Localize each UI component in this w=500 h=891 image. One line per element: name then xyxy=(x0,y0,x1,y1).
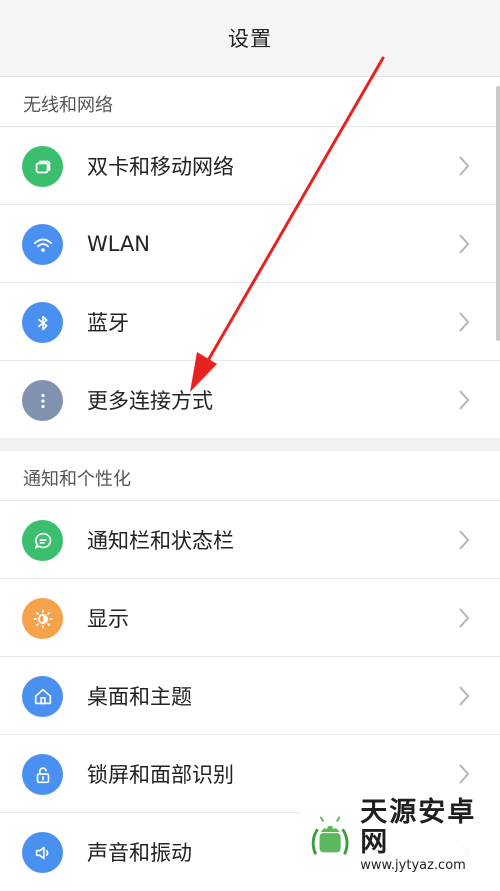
settings-item-bluetooth[interactable]: 蓝牙 xyxy=(0,283,500,361)
chat-bubble-icon xyxy=(22,520,63,561)
chevron-right-icon xyxy=(459,234,470,254)
settings-item-label: 双卡和移动网络 xyxy=(87,154,234,179)
chevron-right-icon xyxy=(459,156,470,176)
section-wireless: 无线和网络 双卡和移动网络 WLAN 蓝牙 更多连接方式 xyxy=(0,77,500,439)
chevron-right-icon xyxy=(459,764,470,784)
scrollbar[interactable] xyxy=(496,86,500,341)
android-logo-icon xyxy=(311,815,349,855)
settings-item-display[interactable]: 显示 xyxy=(0,579,500,657)
chevron-right-icon xyxy=(459,312,470,332)
section-header-wireless: 无线和网络 xyxy=(0,77,500,127)
speaker-icon xyxy=(22,832,63,873)
lock-icon xyxy=(22,754,63,795)
home-icon xyxy=(22,676,63,717)
settings-item-label: 通知栏和状态栏 xyxy=(87,528,234,553)
settings-item-label: 蓝牙 xyxy=(87,310,129,335)
settings-item-label: 更多连接方式 xyxy=(87,389,213,413)
chevron-right-icon xyxy=(459,686,470,706)
chevron-right-icon xyxy=(459,608,470,628)
settings-item-notification-bar[interactable]: 通知栏和状态栏 xyxy=(0,501,500,579)
brightness-icon xyxy=(22,598,63,639)
chevron-right-icon xyxy=(459,390,470,410)
settings-item-label: 显示 xyxy=(87,606,129,631)
settings-item-label: WLAN xyxy=(87,231,151,256)
chevron-right-icon xyxy=(459,530,470,550)
settings-item-label: 锁屏和面部识别 xyxy=(87,762,234,787)
wifi-icon xyxy=(22,224,63,265)
section-header-notifications: 通知和个性化 xyxy=(0,451,500,501)
section-gap xyxy=(0,438,500,451)
more-dots-icon xyxy=(22,380,63,421)
title-bar: 设置 xyxy=(0,0,500,77)
settings-item-label: 桌面和主题 xyxy=(87,684,192,709)
settings-item-more-connections[interactable]: 更多连接方式 xyxy=(0,361,500,439)
settings-item-dual-sim[interactable]: 双卡和移动网络 xyxy=(0,127,500,205)
sim-cards-icon xyxy=(22,146,63,187)
bluetooth-icon xyxy=(22,302,63,343)
settings-item-wlan[interactable]: WLAN xyxy=(0,205,500,283)
watermark-name: 天源安卓网 xyxy=(360,796,477,858)
settings-item-home-theme[interactable]: 桌面和主题 xyxy=(0,657,500,735)
page-title: 设置 xyxy=(228,27,272,51)
watermark: 天源安卓网 www.jytyaz.com xyxy=(300,797,500,873)
watermark-url: www.jytyaz.com xyxy=(360,857,466,873)
